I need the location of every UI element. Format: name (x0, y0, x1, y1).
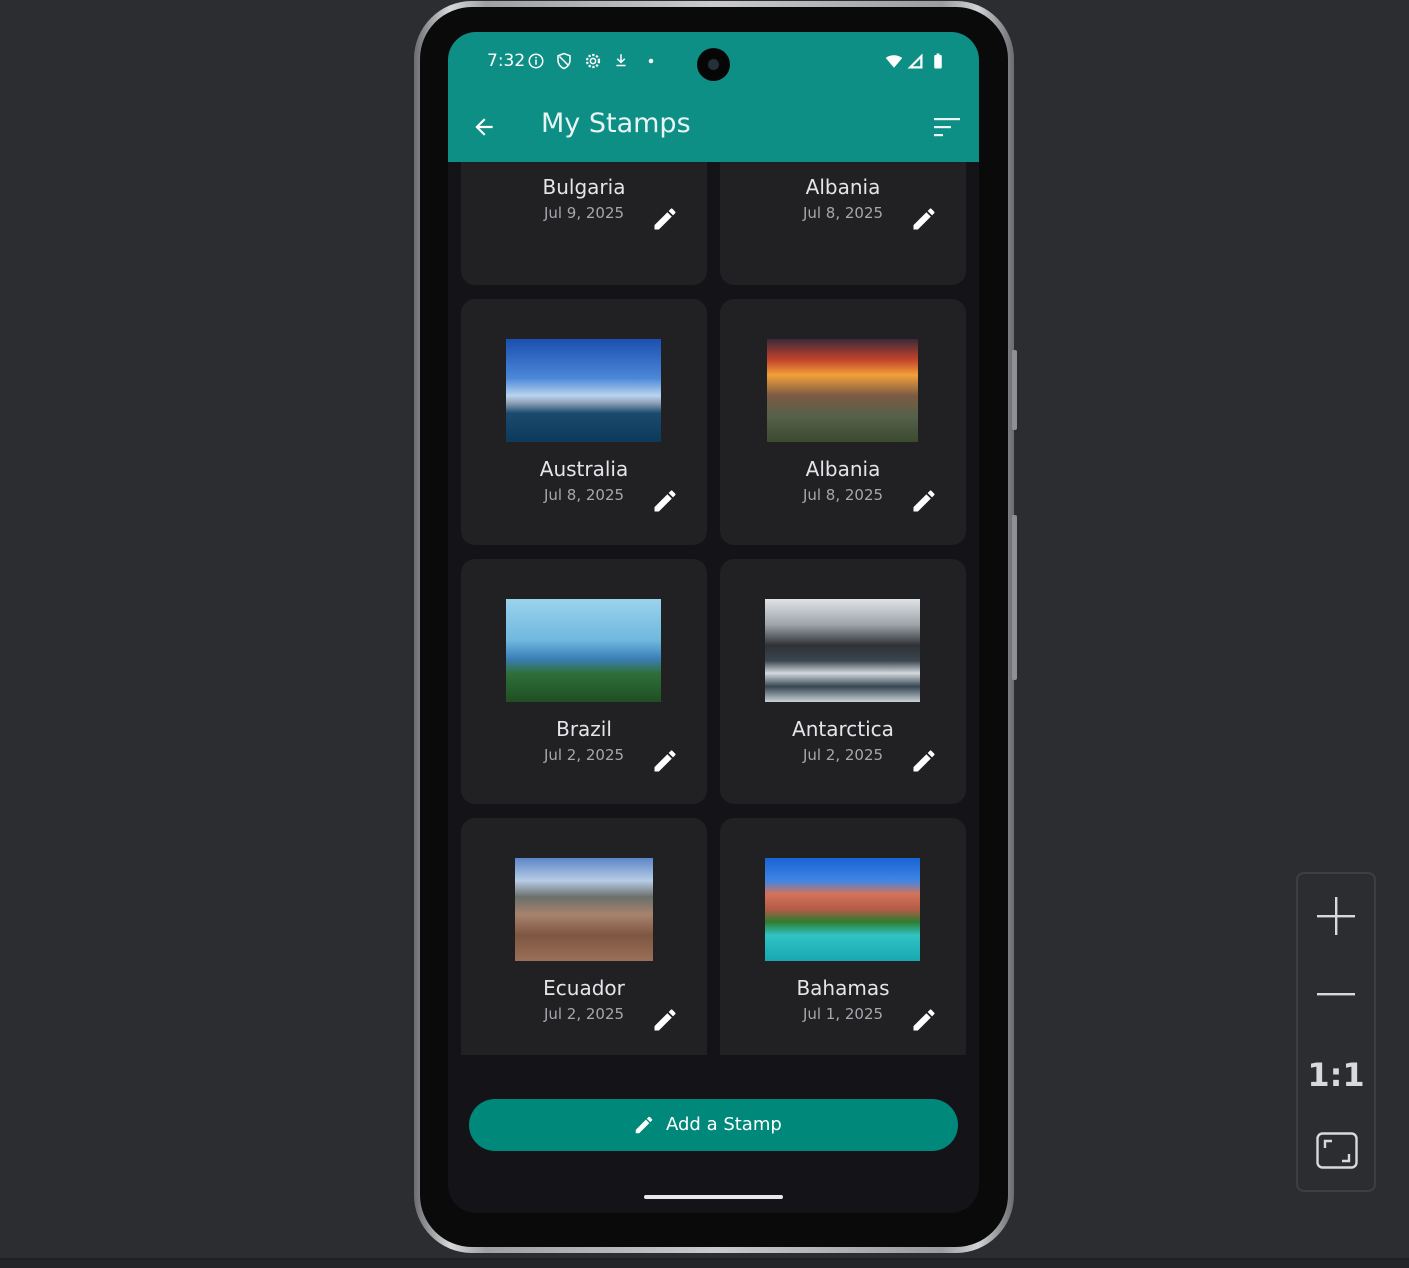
pencil-icon (635, 1116, 653, 1134)
stamp-country: Albania (805, 175, 881, 199)
stamp-country: Bahamas (796, 976, 890, 1000)
edit-icon[interactable] (651, 205, 679, 233)
stamp-country: Bulgaria (542, 175, 626, 199)
stamp-card[interactable]: Bahamas Jul 1, 2025 (720, 818, 966, 1055)
wifi-icon (885, 55, 903, 68)
fit-screen-button[interactable] (1298, 1114, 1374, 1186)
edit-icon[interactable] (651, 487, 679, 515)
download-icon (616, 54, 626, 67)
edit-icon[interactable] (910, 487, 938, 515)
arrow-back-icon[interactable] (471, 114, 497, 140)
stamp-card[interactable]: Antarctica Jul 2, 2025 (720, 559, 966, 804)
stamp-country: Australia (539, 457, 629, 481)
stamp-card[interactable]: Albania Jul 8, 2025 (720, 299, 966, 545)
stamp-image (506, 339, 661, 442)
edit-icon[interactable] (651, 1006, 679, 1034)
info-icon (528, 53, 544, 69)
device-screen: Bulgaria Jul 9, 2025 Albania Jul 8, 2025… (448, 32, 979, 1213)
dot-icon (648, 58, 654, 64)
volume-button (1012, 515, 1017, 680)
zoom-in-button[interactable] (1298, 880, 1374, 952)
stamps-grid[interactable]: Bulgaria Jul 9, 2025 Albania Jul 8, 2025… (448, 162, 979, 1055)
stamp-image (765, 858, 920, 961)
actual-size-label: 1:1 (1307, 1056, 1365, 1094)
edit-icon[interactable] (910, 747, 938, 775)
power-button (1012, 350, 1017, 430)
zoom-controls: 1:1 (1296, 872, 1376, 1192)
settings-icon (585, 53, 601, 69)
fit-screen-icon (1316, 1132, 1358, 1169)
edit-icon[interactable] (910, 1006, 938, 1034)
plus-icon (1317, 897, 1355, 935)
shield-icon (557, 52, 571, 70)
stamp-image (767, 339, 918, 442)
add-stamp-label: Add a Stamp (666, 1114, 782, 1135)
add-stamp-button[interactable]: Add a Stamp (469, 1099, 958, 1151)
actual-size-button[interactable]: 1:1 (1298, 1036, 1374, 1108)
stamp-image (765, 599, 920, 702)
battery-icon (934, 53, 942, 69)
bottom-strip (0, 1260, 1409, 1268)
stamp-country: Brazil (556, 717, 612, 741)
stamp-country: Albania (805, 457, 881, 481)
stamp-country: Antarctica (792, 717, 894, 741)
stamp-card[interactable]: Australia Jul 8, 2025 (461, 299, 707, 545)
edit-icon[interactable] (910, 205, 938, 233)
home-indicator[interactable] (644, 1195, 783, 1199)
minus-icon (1317, 993, 1355, 996)
stamp-card[interactable]: Ecuador Jul 2, 2025 (461, 818, 707, 1055)
stamp-image (506, 599, 661, 702)
stamp-card[interactable]: Bulgaria Jul 9, 2025 (461, 162, 707, 285)
stamp-card[interactable]: Brazil Jul 2, 2025 (461, 559, 707, 804)
sort-icon[interactable] (934, 116, 960, 138)
stamp-image (515, 858, 653, 961)
edit-icon[interactable] (651, 747, 679, 775)
stamp-country: Ecuador (543, 976, 625, 1000)
zoom-out-button[interactable] (1298, 958, 1374, 1030)
status-time: 7:32 (487, 51, 526, 71)
signal-icon (907, 53, 923, 69)
stamp-card[interactable]: Albania Jul 8, 2025 (720, 162, 966, 285)
app-bar: 7:32 My Stamps (448, 32, 979, 162)
status-bar: 7:32 (448, 32, 979, 94)
page-title: My Stamps (541, 108, 691, 139)
front-camera (697, 48, 730, 81)
